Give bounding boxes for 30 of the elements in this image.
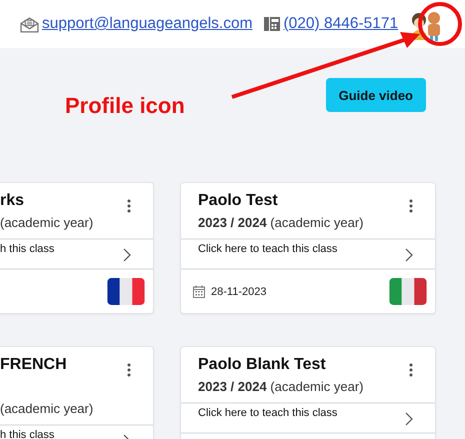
more-options-icon[interactable] bbox=[409, 199, 413, 213]
flag-icon bbox=[389, 278, 427, 305]
class-title: Paolo Blank Test bbox=[198, 355, 327, 375]
teach-class-link[interactable]: h this class bbox=[0, 238, 153, 270]
academic-year: 2023 / 2024 (academic year) bbox=[198, 379, 364, 394]
more-options-icon[interactable] bbox=[409, 363, 413, 377]
phone-icon bbox=[264, 16, 280, 32]
envelope-icon bbox=[20, 16, 39, 32]
email-link[interactable]: support@languageangels.com bbox=[42, 15, 252, 33]
more-options-icon[interactable] bbox=[127, 199, 131, 213]
chevron-right-icon bbox=[123, 248, 131, 262]
more-options-icon[interactable] bbox=[127, 363, 131, 377]
class-title: FRENCH bbox=[0, 355, 68, 375]
flag-icon bbox=[107, 278, 145, 305]
class-date: 28-11-2023 bbox=[211, 286, 266, 298]
academic-year: 2023 / 2024 (academic year) bbox=[198, 215, 364, 230]
guide-video-button[interactable]: Guide video bbox=[326, 78, 426, 112]
chevron-right-icon bbox=[405, 248, 413, 262]
academic-year: (academic year) bbox=[0, 401, 94, 416]
teach-class-link[interactable]: Click here to teach this class bbox=[181, 402, 435, 434]
annotation-label: Profile icon bbox=[65, 93, 185, 119]
teach-class-link[interactable]: Click here to teach this class bbox=[181, 238, 435, 270]
class-title: Paolo Test bbox=[198, 191, 279, 211]
highlight-circle bbox=[418, 2, 462, 46]
chevron-right-icon bbox=[405, 412, 413, 426]
academic-year: (academic year) bbox=[0, 215, 94, 230]
calendar-icon bbox=[193, 285, 205, 298]
teach-class-link[interactable]: h this class bbox=[0, 424, 153, 439]
class-title: rks bbox=[0, 191, 26, 211]
phone-link[interactable]: (020) 8446-5171 bbox=[283, 15, 398, 33]
